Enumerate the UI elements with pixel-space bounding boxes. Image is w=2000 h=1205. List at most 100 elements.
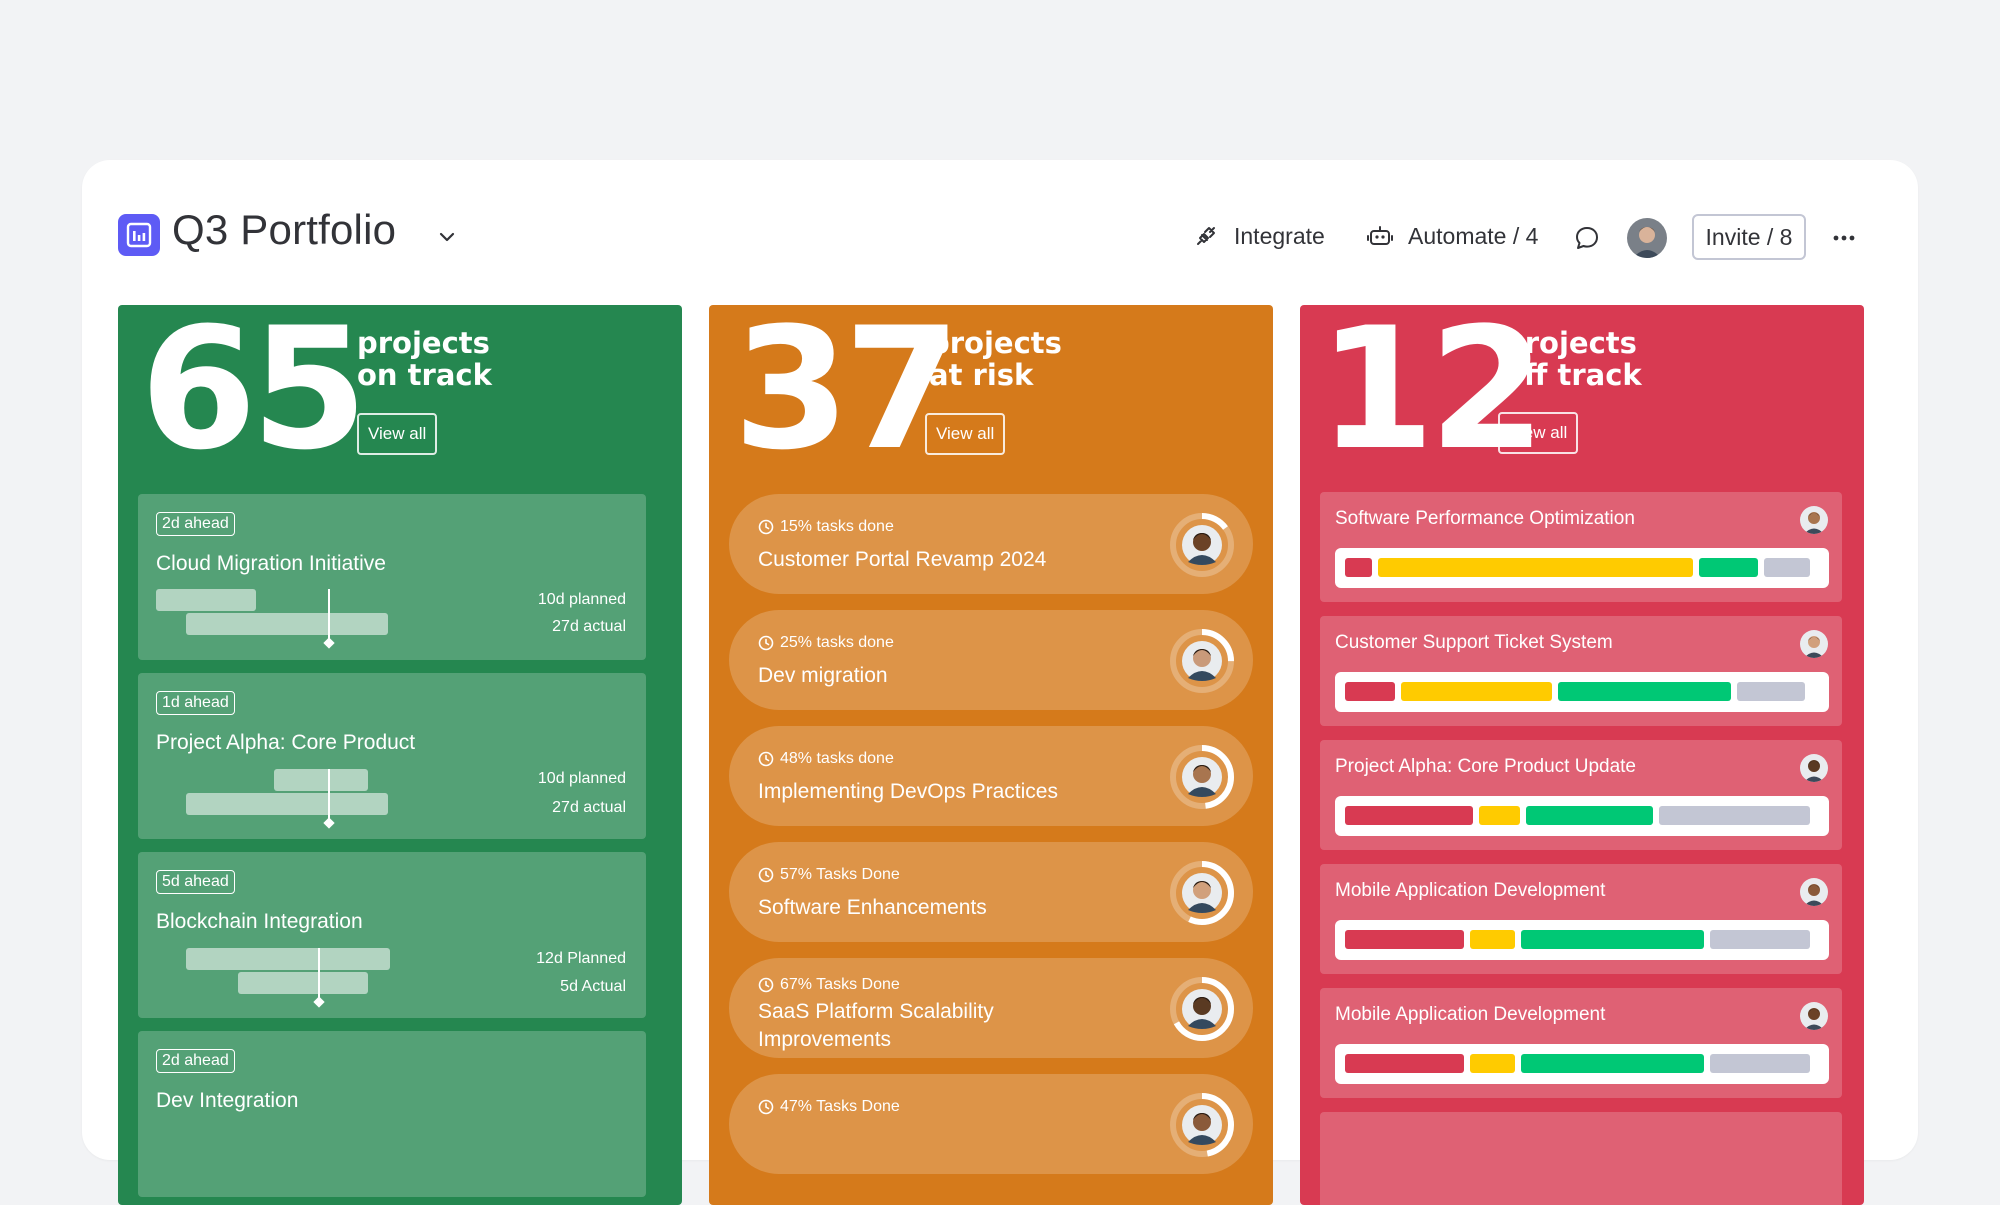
progress-ring-avatar (1170, 977, 1234, 1041)
tasks-done-label: 47% Tasks Done (780, 1098, 900, 1115)
status-segment (1521, 930, 1704, 949)
on-track-count: 65 (140, 305, 368, 487)
planned-bar (186, 948, 390, 970)
status-segment (1557, 682, 1731, 701)
integrate-button[interactable]: Integrate (1192, 218, 1325, 254)
project-name: Mobile Application Development (1335, 880, 1606, 901)
status-segment (1345, 930, 1464, 949)
project-card[interactable]: 67% Tasks Done SaaS Platform Scalability… (729, 958, 1253, 1058)
planned-label: 10d planned (537, 591, 626, 608)
status-segment (1525, 806, 1654, 825)
assignee-avatar (1800, 506, 1828, 534)
user-avatar[interactable] (1627, 218, 1667, 258)
project-card[interactable]: 47% Tasks Done (729, 1074, 1253, 1174)
project-name: Dev Integration (156, 1089, 299, 1112)
today-marker (328, 769, 330, 823)
project-card[interactable]: 1d ahead Project Alpha: Core Product 10d… (138, 673, 646, 839)
tasks-done-meta: 48% tasks done (758, 750, 894, 768)
automate-label: Automate / 4 (1408, 222, 1539, 249)
project-card[interactable]: Software Performance Optimization (1320, 492, 1842, 602)
project-name: Project Alpha: Core Product Update (1335, 756, 1637, 777)
clock-icon (758, 635, 774, 651)
view-all-button[interactable]: View all (357, 413, 438, 455)
more-options-icon[interactable] (1830, 226, 1858, 250)
actual-label: 27d actual (552, 799, 626, 816)
today-marker-dot (323, 637, 335, 649)
on-track-column: 65 projects on track View all 2d ahead C… (118, 305, 682, 1205)
tasks-done-meta: 15% tasks done (758, 518, 894, 536)
project-name: Customer Support Ticket System (1335, 632, 1613, 653)
clock-icon (758, 867, 774, 883)
project-card[interactable]: Project Alpha: Core Product Update (1320, 740, 1842, 850)
status-badge: 5d ahead (156, 870, 235, 894)
heading-line1: projects (357, 326, 490, 360)
invite-button[interactable]: Invite / 8 (1692, 214, 1806, 260)
status-segment (1478, 806, 1520, 825)
project-card[interactable]: 2d ahead Cloud Migration Initiative 10d … (138, 494, 646, 660)
project-name-line1: SaaS Platform Scalability (758, 1000, 994, 1023)
at-risk-heading: projects at risk (929, 327, 1062, 391)
planned-bar (274, 769, 368, 791)
robot-icon (1367, 226, 1393, 245)
status-breakdown-bar (1335, 672, 1829, 712)
progress-ring-avatar (1170, 745, 1234, 809)
chat-icon[interactable] (1573, 224, 1601, 252)
automate-button[interactable]: Automate / 4 (1366, 218, 1538, 254)
actual-bar (186, 793, 388, 815)
project-card[interactable]: 15% tasks done Customer Portal Revamp 20… (729, 494, 1253, 594)
status-segment (1521, 1054, 1704, 1073)
integrate-label: Integrate (1234, 222, 1325, 249)
project-card[interactable]: Mobile Application Development (1320, 864, 1842, 974)
tasks-done-label: 67% Tasks Done (780, 976, 900, 993)
tasks-done-meta: 25% tasks done (758, 634, 894, 652)
on-track-heading: projects on track (357, 327, 492, 391)
project-card[interactable]: 25% tasks done Dev migration (729, 610, 1253, 710)
heading-line1: projects (1504, 326, 1637, 360)
tasks-done-label: 15% tasks done (780, 518, 894, 535)
project-name: Dev migration (758, 664, 888, 687)
project-name: Software Enhancements (758, 896, 987, 919)
project-name: Blockchain Integration (156, 910, 363, 933)
planned-label: 10d planned (537, 770, 626, 787)
assignee-avatar (1800, 630, 1828, 658)
board-title[interactable]: Q3 Portfolio (172, 206, 396, 254)
project-card[interactable] (1320, 1112, 1842, 1205)
project-card[interactable]: Customer Support Ticket System (1320, 616, 1842, 726)
tasks-done-label: 48% tasks done (780, 750, 894, 767)
at-risk-column: 37 projects at risk View all 15% tasks d… (709, 305, 1273, 1205)
status-segment (1401, 682, 1552, 701)
off-track-column: 12 projects off track View all Software … (1300, 305, 1864, 1205)
status-segment (1659, 806, 1810, 825)
heading-line2: on track (357, 358, 492, 392)
tasks-done-meta: 57% Tasks Done (758, 866, 900, 884)
progress-ring-avatar (1170, 629, 1234, 693)
clock-icon (758, 751, 774, 767)
status-badge: 2d ahead (156, 1049, 235, 1073)
project-card[interactable]: 2d ahead Dev Integration (138, 1031, 646, 1197)
clock-icon (758, 977, 774, 993)
status-segment (1736, 682, 1806, 701)
view-all-button[interactable]: View all (1498, 412, 1579, 454)
assignee-avatar (1800, 754, 1828, 782)
integrate-icon (1197, 227, 1215, 245)
at-risk-count: 37 (733, 305, 961, 487)
project-name: Implementing DevOps Practices (758, 780, 1058, 803)
project-name: Mobile Application Development (1335, 1004, 1606, 1025)
project-card[interactable]: Mobile Application Development (1320, 988, 1842, 1098)
project-name: Software Performance Optimization (1335, 508, 1635, 529)
project-card[interactable]: 48% tasks done Implementing DevOps Pract… (729, 726, 1253, 826)
status-segment (1378, 558, 1693, 577)
view-all-button[interactable]: View all (925, 413, 1006, 455)
status-segment (1699, 558, 1759, 577)
tasks-done-meta: 67% Tasks Done (758, 976, 900, 994)
project-card[interactable]: 5d ahead Blockchain Integration 12d Plan… (138, 852, 646, 1018)
heading-line2: off track (1504, 358, 1642, 392)
status-segment (1709, 930, 1810, 949)
status-breakdown-bar (1335, 796, 1829, 836)
chevron-down-icon[interactable] (436, 226, 458, 248)
planned-label: 12d Planned (536, 950, 626, 967)
status-segment (1345, 682, 1396, 701)
actual-label: 27d actual (552, 618, 626, 635)
project-name-line2: Improvements (758, 1028, 892, 1051)
project-card[interactable]: 57% Tasks Done Software Enhancements (729, 842, 1253, 942)
